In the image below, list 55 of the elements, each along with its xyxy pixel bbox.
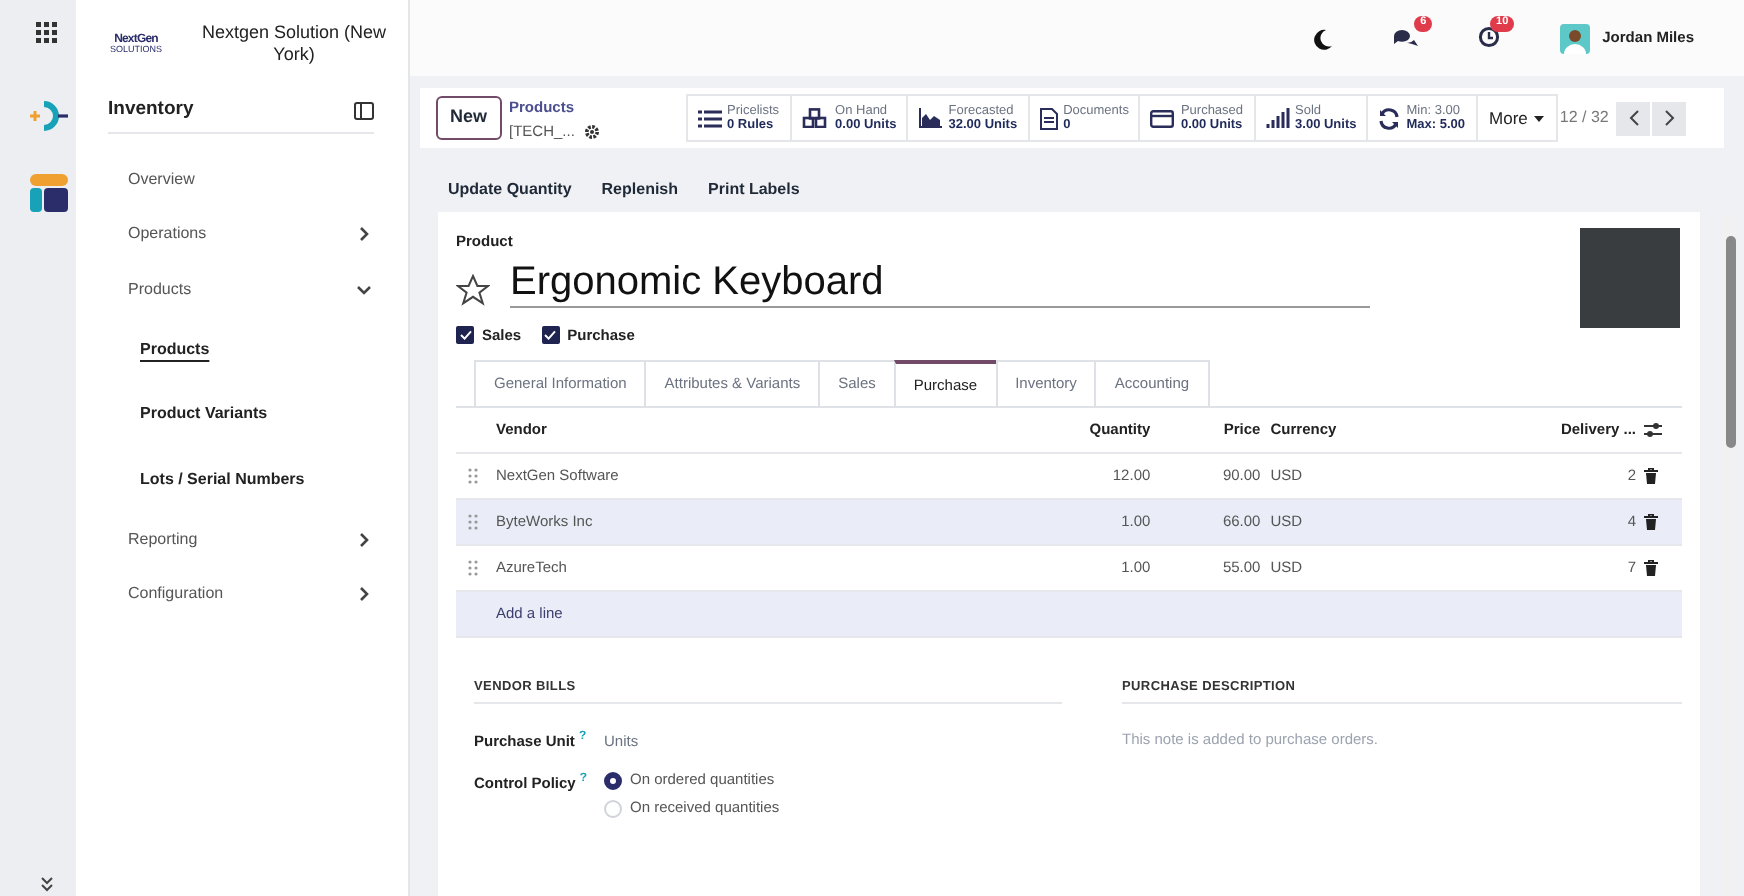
chat-icon[interactable] [1394,27,1419,48]
drag-handle-icon[interactable] [468,513,478,530]
refresh-icon [1378,107,1401,129]
menu-item[interactable]: Configuration [128,582,224,607]
trash-icon[interactable] [1644,513,1658,530]
action-button[interactable]: Update Quantity [448,172,572,208]
previous-button[interactable] [1616,101,1651,135]
trash-icon[interactable] [1644,467,1658,484]
sidebar-toggle-icon[interactable] [354,101,374,119]
area-chart-icon [918,108,943,128]
dark-mode-icon[interactable] [1312,27,1335,49]
column-settings-icon[interactable] [1644,422,1662,439]
submenu-item[interactable]: Products [140,337,210,362]
drag-handle-icon[interactable] [468,559,478,576]
trash-icon[interactable] [1644,559,1658,576]
pager-value: 12 / 32 [1559,106,1609,130]
cubes-icon [801,108,830,128]
list-icon [697,109,722,127]
radio-button[interactable] [604,771,622,789]
avatar-icon[interactable] [1560,23,1591,53]
double-chevron-down-icon[interactable] [40,876,54,892]
chevron-right-icon[interactable] [356,531,372,548]
action-button[interactable]: Print Labels [708,172,800,208]
app-title: Inventory [108,95,194,124]
gear-icon[interactable] [584,123,601,140]
checkbox[interactable] [456,325,474,344]
next-button[interactable] [1652,101,1687,135]
menu-item[interactable]: Products [128,277,192,302]
company-name: Nextgen Solution (New York) [199,21,389,67]
more-dropdown[interactable]: More [1477,93,1558,143]
chevron-right-icon [1663,110,1676,126]
chevron-down-icon[interactable] [356,281,372,298]
caret-icon [1533,115,1544,121]
new-button[interactable]: New [436,96,502,140]
menu-item[interactable]: Overview [128,167,195,192]
submenu-item[interactable]: Product Variants [140,402,268,427]
submenu-item[interactable]: Lots / Serial Numbers [140,467,305,492]
credit-card-icon [1150,109,1175,127]
signal-bars-icon [1265,108,1290,128]
chevron-right-icon[interactable] [356,586,372,603]
barcode-app-icon[interactable] [30,100,70,132]
menu-item[interactable]: Operations [128,222,207,247]
app-tile-icon[interactable] [30,174,68,212]
chevron-left-icon [1627,110,1640,126]
action-button[interactable]: Replenish [601,172,679,208]
document-icon [1039,107,1058,129]
clock-icon[interactable] [1478,26,1501,49]
star-icon[interactable] [456,273,490,307]
menu-item[interactable]: Reporting [128,527,198,552]
apps-grid-icon[interactable] [36,22,58,44]
checkbox[interactable] [541,325,560,344]
chevron-right-icon[interactable] [356,226,372,243]
drag-handle-icon[interactable] [468,467,478,484]
product-name-field[interactable]: Ergonomic Keyboard [510,257,1370,307]
photo-placeholder [1580,228,1680,328]
